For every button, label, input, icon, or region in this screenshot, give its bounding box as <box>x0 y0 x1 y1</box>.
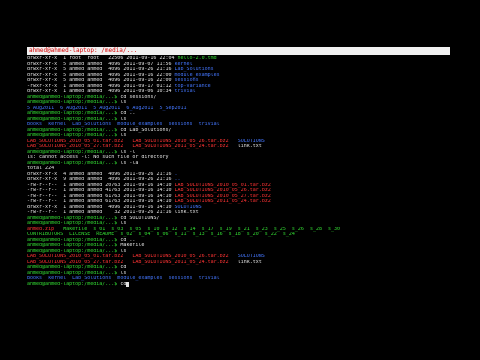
output-text: cd <box>120 265 127 270</box>
directory-name: sessions <box>174 78 199 83</box>
output-text: drwxr-xr-x 9 ahmed ahmed 4096 2011-09-26… <box>27 177 175 182</box>
output-text: ls -la <box>120 160 139 166</box>
output-text: drwxr-xr-x 5 ahmed ahmed 4096 2011-09-16… <box>27 78 175 83</box>
output-text: link.txt <box>237 144 262 149</box>
prompt-text: ahmed@ahmed-laptop:/media/...$ <box>27 281 121 287</box>
output-text: drwxr-xr-x 5 ahmed ahmed 4096 2011-09-16… <box>27 72 175 78</box>
archive-file-name: LAB_SOLUTIONS_2011_05_24.tar.bz2 <box>174 199 271 204</box>
directory-name: kernel <box>174 61 193 67</box>
prompt-text: ahmed@ahmed-laptop:/media/...$ <box>27 127 121 133</box>
output-text: link.txt <box>174 210 199 215</box>
terminal-window[interactable]: ahmed@ahmed-laptop: /media/... drwxr-xr-… <box>27 47 450 311</box>
output-text: cd .. <box>120 111 136 116</box>
output-text: -rw-r--r-- 1 ahmed ahmed 61763 2011-09-1… <box>27 193 175 199</box>
prompt-text: ahmed@ahmed-laptop:/media/...$ <box>27 133 121 138</box>
directory-name: Books kernel Lab_Solutions module_exampl… <box>27 122 220 127</box>
output-text: ls -l <box>120 149 136 155</box>
prompt-text: ahmed@ahmed-laptop:/media/...$ <box>27 111 121 116</box>
output-text: ls <box>120 100 127 105</box>
terminal-line: ahmed@ahmed-laptop:/media/...$ cd <box>27 281 450 287</box>
prompt-text: ahmed@ahmed-laptop:/media/...$ <box>27 100 121 105</box>
archive-file-name: LAB_SOLUTIONS_2010_05_27.tar.bz2 LAB_SOL… <box>27 259 238 265</box>
prompt-text: CONTRIBUTORS LICENSE README s_02 s_04 s_… <box>27 232 295 237</box>
output-text: drwxr-xr-x 4 ahmed ahmed 4096 2011-09-26… <box>27 171 175 177</box>
prompt-text: ahmed@ahmed-laptop:/media/...$ <box>27 265 121 270</box>
prompt-text: ahmed@ahmed-laptop:/media/...$ <box>27 116 121 122</box>
terminal-title-bar[interactable]: ahmed@ahmed-laptop: /media/... <box>27 47 450 55</box>
window-title: ahmed@ahmed-laptop: /media/... <box>29 47 138 54</box>
output-text: cd sessions/ <box>120 94 157 100</box>
directory-name: SOLUTIONS <box>174 204 202 210</box>
archive-file-name: LAB_SOLUTIONS_2010_05_27.tar.bz2 <box>174 193 271 199</box>
prompt-text: ahmed@ahmed-laptop:/media/...$ <box>27 94 121 100</box>
output-text: ls <box>120 221 127 226</box>
directory-name: SOLUTIONS <box>237 254 265 259</box>
prompt-text: ahmed@ahmed-laptop:/media/...$ <box>27 248 121 254</box>
prompt-text: ahmed@ahmed-laptop:/media/...$ <box>27 270 121 276</box>
directory-name: module_examples <box>174 72 220 78</box>
output-text: link.txt <box>237 259 262 265</box>
archive-file-name: LAB_SOLUTIONS_2010_05_01.tar.bz2 LAB_SOL… <box>27 138 238 144</box>
output-text: -rwxr-xr-x 1 ahmed ahmed 4096 2011-09-17… <box>27 83 175 89</box>
output-text: Makefile <box>120 243 145 248</box>
prompt-text: hello-2.0.tmd <box>177 56 217 61</box>
output-text: drwxr-xr-x 5 ahmed ahmed 4096 2011-09-07… <box>27 61 175 67</box>
directory-name: trivial <box>174 89 196 94</box>
text-cursor <box>126 282 130 287</box>
directory-name: 5_Aug2011 6_Aug2011 5_Aug2011 6_Aug2011 … <box>27 105 187 111</box>
output-text: cd .. <box>120 237 136 243</box>
output-text: -rw-r--r-- 1 ahmed ahmed 32 2011-09-26 2… <box>27 210 175 215</box>
output-text: total 224 <box>27 166 55 171</box>
prompt-text: ahmed@ahmed-laptop:/media/...$ <box>27 237 121 243</box>
directory-name: top-variance <box>174 83 211 89</box>
directory-name: Lab_Solutions <box>174 67 214 72</box>
directory-name: Books kernel Lab_Solutions module_exampl… <box>27 276 220 281</box>
prompt-text: ahmed@ahmed-laptop:/media/...$ <box>27 149 121 155</box>
output-text: ls: cannot access -l: No such file or di… <box>27 155 169 160</box>
terminal-output[interactable]: drwxr-xr-x 1 root root 22506 2011-09-16 … <box>27 55 450 287</box>
output-text: -rw-r--r-- 1 ahmed ahmed 41763 2011-09-1… <box>27 188 175 193</box>
archive-file-name: LAB_SOLUTIONS_2010_05_01.tar.bz2 LAB_SOL… <box>27 254 238 259</box>
prompt-text: ahmed@ahmed-laptop:/media/...$ <box>27 215 121 221</box>
prompt-text: Makefile s_01 s_03 s_05 s_10 s_12 s_14 s… <box>63 226 341 232</box>
prompt-text: ahmed@ahmed-laptop:/media/...$ <box>27 243 121 248</box>
archive-file-name: LAB_SOLUTIONS_2010_05_27.tar.bz2 LAB_SOL… <box>27 144 238 149</box>
archive-file-name: LAB_SOLUTIONS_2010_05_01.tar.bz2 <box>174 182 271 188</box>
directory-name: .. <box>174 177 181 182</box>
archive-file-name: LAB_SOLUTIONS_2010_05_26.tar.bz2 <box>174 188 271 193</box>
directory-name: SOLUTIONS <box>237 138 265 144</box>
output-text: drwxr-xr-x 1 root root 22506 2011-09-16 … <box>27 56 178 61</box>
output-text: cd Lab_Solutions/ <box>120 127 172 133</box>
output-text: -rw-r--r-- 1 ahmed ahmed 20763 2011-09-1… <box>27 182 175 188</box>
prompt-text: ahmed@ahmed-laptop:/media/...$ <box>27 160 121 166</box>
output-text: ls <box>120 116 127 122</box>
directory-name: . <box>174 171 178 177</box>
output-text: cd SOLUTIONS/ <box>120 215 160 221</box>
output-text: -rw-r--r-- 1 ahmed ahmed 61763 2011-09-1… <box>27 199 175 204</box>
output-text: ls <box>120 133 127 138</box>
output-text: drwxr-xr-x 1 ahmed ahmed 4096 2011-09-06… <box>27 89 175 94</box>
archive-file-name: ahmed.zip <box>27 226 64 232</box>
output-text: drwxr-xr-x 1 ahmed ahmed 4096 2011-09-16… <box>27 204 175 210</box>
output-text: ls <box>120 270 127 276</box>
output-text: ls <box>120 248 127 254</box>
output-text: drwxr-xr-x 5 ahmed ahmed 4096 2011-09-26… <box>27 67 175 72</box>
prompt-text: ahmed@ahmed-laptop:/media/...$ <box>27 221 121 226</box>
